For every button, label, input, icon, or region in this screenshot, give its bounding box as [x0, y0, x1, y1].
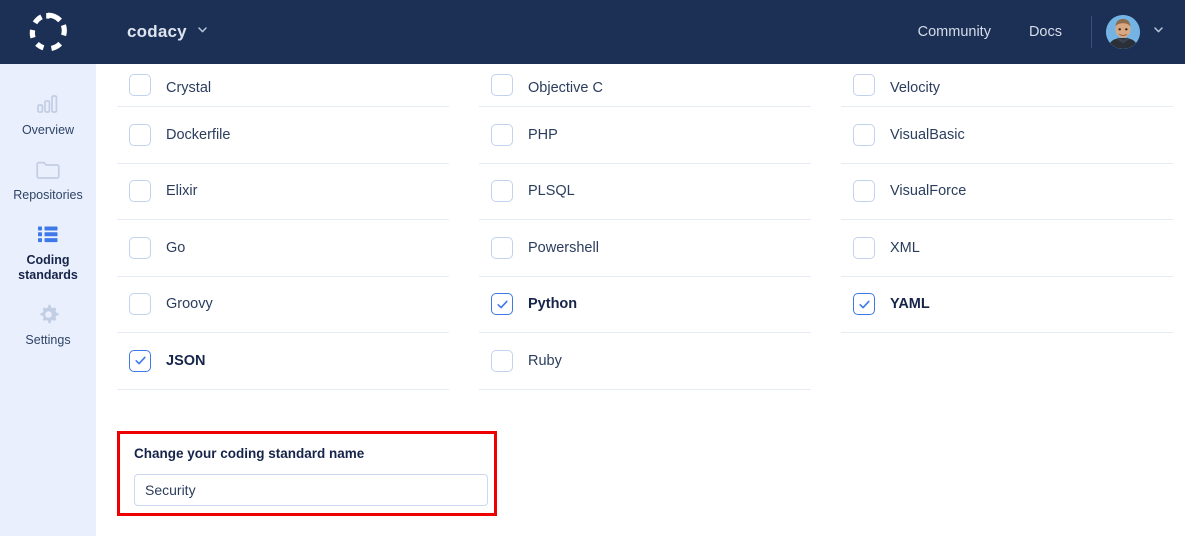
language-checkbox[interactable]	[129, 236, 151, 259]
check-icon	[496, 300, 508, 309]
sidebar-item-settings[interactable]: Settings	[0, 292, 96, 357]
header-right-group: Community Docs	[899, 0, 1165, 64]
language-selection-grid: Crystal Dockerfile Elixir Go Groovy JSON…	[117, 64, 1173, 390]
language-label: Groovy	[166, 296, 213, 313]
language-column-2: Objective C PHP PLSQL Powershell Python …	[479, 64, 811, 390]
user-menu[interactable]	[1106, 15, 1165, 49]
sidebar-item-overview[interactable]: Overview	[0, 82, 96, 147]
language-row[interactable]: Elixir	[117, 164, 449, 220]
language-row[interactable]: Crystal	[117, 64, 449, 107]
language-label: Dockerfile	[166, 126, 231, 143]
gear-icon	[37, 301, 60, 327]
header-divider	[1091, 16, 1092, 48]
language-row[interactable]: Dockerfile	[117, 107, 449, 164]
language-checkbox[interactable]	[491, 236, 513, 259]
bar-chart-icon	[36, 91, 60, 117]
language-row[interactable]: JSON	[117, 333, 449, 390]
language-label: PHP	[528, 126, 558, 143]
folder-icon	[35, 156, 61, 182]
sidebar-item-label: Overview	[21, 123, 75, 137]
language-row[interactable]: Ruby	[479, 333, 811, 390]
list-icon	[36, 221, 60, 247]
language-row[interactable]: VisualForce	[841, 164, 1173, 220]
language-label: Go	[166, 239, 186, 256]
language-checkbox[interactable]	[491, 180, 513, 203]
language-row[interactable]: Groovy	[117, 277, 449, 333]
language-label: Python	[528, 296, 578, 313]
language-checkbox[interactable]	[129, 293, 151, 316]
main-sidebar: Overview Repositories Coding standards S…	[0, 64, 96, 536]
language-checkbox[interactable]	[491, 349, 513, 372]
language-label: YAML	[890, 296, 930, 313]
language-row[interactable]: Go	[117, 220, 449, 277]
language-checkbox[interactable]	[853, 236, 875, 259]
language-checkbox[interactable]	[129, 180, 151, 203]
community-link[interactable]: Community	[899, 24, 1010, 40]
check-icon	[134, 356, 146, 365]
language-checkbox[interactable]	[853, 74, 875, 96]
language-checkbox[interactable]	[129, 74, 151, 96]
language-label: Velocity	[890, 80, 940, 96]
organization-switcher[interactable]: codacy	[96, 22, 209, 42]
top-navigation-bar: codacy Community Docs	[0, 0, 1185, 64]
check-icon	[858, 300, 870, 309]
docs-link[interactable]: Docs	[1010, 24, 1081, 40]
chevron-down-icon	[1152, 23, 1165, 41]
codacy-logo-link[interactable]	[0, 0, 96, 64]
sidebar-item-coding-standards[interactable]: Coding standards	[0, 212, 96, 292]
language-checkbox[interactable]	[853, 180, 875, 203]
user-avatar-photo	[1106, 15, 1140, 49]
language-row[interactable]: PHP	[479, 107, 811, 164]
sidebar-item-label: Repositories	[13, 188, 83, 202]
language-label: Elixir	[166, 183, 198, 200]
organization-name: codacy	[127, 22, 187, 41]
language-checkbox[interactable]	[491, 74, 513, 96]
sidebar-item-repositories[interactable]: Repositories	[0, 147, 96, 212]
rename-standard-label: Change your coding standard name	[134, 446, 365, 461]
chevron-down-icon	[196, 23, 209, 41]
sidebar-item-label: Settings	[25, 333, 71, 347]
coding-standard-name-input[interactable]	[134, 474, 488, 506]
language-row[interactable]: Python	[479, 277, 811, 333]
rename-standard-annotation-box: Change your coding standard name	[117, 431, 497, 516]
language-row[interactable]: XML	[841, 220, 1173, 277]
language-row[interactable]: Powershell	[479, 220, 811, 277]
language-label: Powershell	[528, 239, 599, 256]
language-checkbox[interactable]	[129, 349, 151, 372]
language-label: Objective C	[528, 80, 603, 96]
language-checkbox[interactable]	[129, 123, 151, 146]
language-row[interactable]: Velocity	[841, 64, 1173, 107]
language-label: VisualBasic	[890, 126, 965, 143]
language-label: Crystal	[166, 80, 212, 96]
language-checkbox[interactable]	[853, 123, 875, 146]
language-row[interactable]: Objective C	[479, 64, 811, 107]
sidebar-item-label: Coding standards	[18, 253, 78, 282]
language-row[interactable]: PLSQL	[479, 164, 811, 220]
language-column-3: Velocity VisualBasic VisualForce XML YAM…	[841, 64, 1173, 390]
language-label: PLSQL	[528, 183, 575, 200]
avatar	[1106, 15, 1140, 49]
language-column-1: Crystal Dockerfile Elixir Go Groovy JSON	[117, 64, 449, 390]
codacy-dashed-circle-logo	[29, 12, 67, 51]
language-checkbox[interactable]	[491, 293, 513, 316]
main-content: Crystal Dockerfile Elixir Go Groovy JSON…	[96, 64, 1185, 536]
language-label: VisualForce	[890, 183, 967, 200]
codacy-coding-standards-page: codacy Community Docs Overview Repositor…	[0, 0, 1185, 536]
language-checkbox[interactable]	[853, 293, 875, 316]
language-label: Ruby	[528, 352, 562, 369]
language-row[interactable]: YAML	[841, 277, 1173, 333]
language-checkbox[interactable]	[491, 123, 513, 146]
language-label: JSON	[166, 352, 206, 369]
language-row[interactable]: VisualBasic	[841, 107, 1173, 164]
language-label: XML	[890, 239, 920, 256]
